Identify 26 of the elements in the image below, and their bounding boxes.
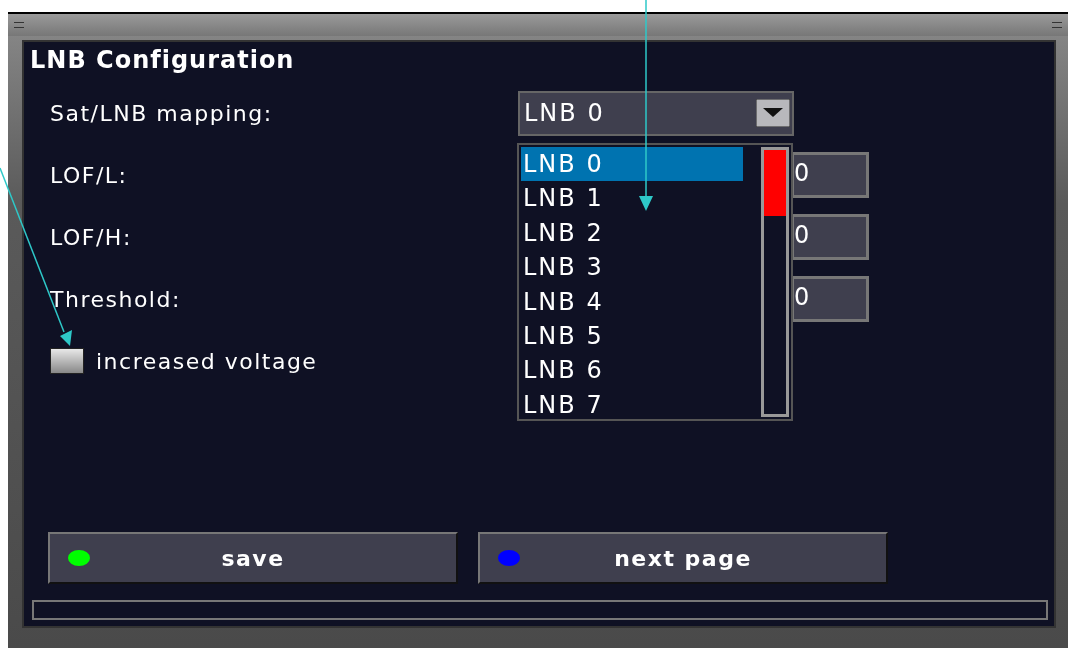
field-label: Sat/LNB mapping: [50,100,274,126]
action-button[interactable]: save [48,532,458,584]
scrollbar-thumb[interactable] [764,150,786,216]
checkbox[interactable] [50,348,84,374]
input-field[interactable]: 0 [791,152,869,198]
dropdown-option[interactable]: LNB 4 [521,284,743,319]
dropdown-option[interactable]: LNB 5 [521,318,743,354]
input-field[interactable]: 0 [791,276,869,322]
dropdown-caret-icon [756,99,790,127]
window-title: LNB Configuration [29,45,296,76]
dropdown-option[interactable]: LNB 6 [521,353,743,388]
field-label: LOF/L: [50,162,129,188]
checkbox-label: increased voltage [96,348,318,374]
dropdown[interactable]: LNB 0 [518,90,794,136]
dropdown-option[interactable]: LNB 7 [521,387,743,423]
grip-icon [14,22,24,28]
dropdown-option[interactable]: LNB 2 [521,215,743,251]
input-field[interactable]: 0 [791,214,869,260]
dropdown-option[interactable]: LNB 0 [521,147,743,182]
dropdown-option[interactable]: LNB 3 [521,250,743,285]
dropdown-option[interactable]: LNB 1 [521,181,743,216]
grip-icon [1052,22,1062,28]
scrollbar[interactable] [761,147,789,417]
field-label: LOF/H: [50,224,133,250]
action-button[interactable]: next page [478,532,888,584]
field-label: Threshold: [50,286,182,312]
